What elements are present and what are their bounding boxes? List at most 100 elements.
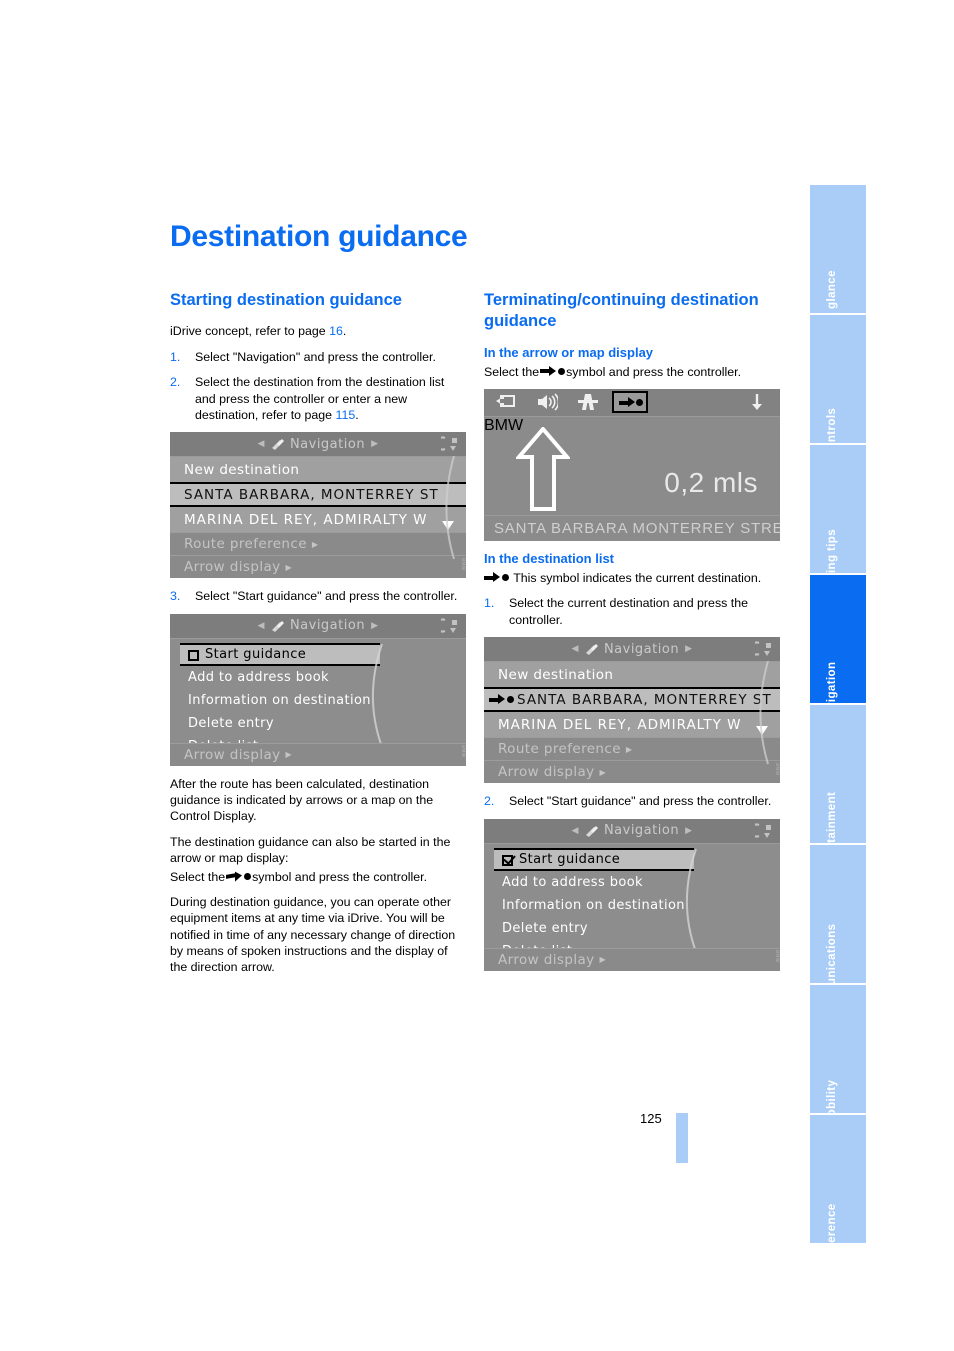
menu-row-arrow-display[interactable]: Arrow display ▶	[170, 555, 466, 579]
step-text-before: Select the destination from the destinat…	[195, 375, 445, 422]
arrow-display-toolbar	[484, 389, 780, 418]
scroll-down-icon[interactable]	[756, 726, 768, 736]
page-number: 125	[640, 1111, 662, 1126]
menu-item-delete-entry[interactable]: Delete entry	[494, 916, 694, 940]
right-column: Terminating/continuing destination guida…	[484, 290, 780, 981]
menu-splat-icon	[749, 822, 773, 839]
navigation-compass-icon	[271, 620, 285, 633]
screenshot-start-guidance-right: ◀ Navigation ▶ Start guidance Add to add…	[484, 818, 780, 971]
next-arrow-icon[interactable]: ▶	[371, 439, 378, 449]
idrive-header: ◀ Navigation ▶	[484, 637, 780, 663]
select-symbol-instruction-left: Select the symbol and press the controlle…	[170, 869, 466, 885]
figure-id-tag: BMW	[774, 762, 779, 776]
select-text-before: Select the	[484, 364, 540, 379]
context-menu-popup: Start guidance Add to address book Infor…	[180, 642, 380, 758]
select-text-after: symbol and press the controller.	[252, 869, 428, 884]
menu-row-marina-del-rey[interactable]: MARINA DEL REY, ADMIRALTY W	[484, 712, 780, 738]
tab-at-a-glance[interactable]: At a glance	[810, 185, 866, 336]
menu-splat-icon	[435, 618, 459, 634]
menu-item-delete-entry[interactable]: Delete entry	[180, 711, 380, 735]
select-symbol-instruction-right: Select the symbol and press the controlle…	[484, 364, 780, 380]
menu-row-label: MARINA DEL REY, ADMIRALTY W	[498, 716, 742, 733]
scroll-down-icon[interactable]	[442, 521, 454, 531]
step-number: 3.	[170, 589, 181, 604]
step-text-after: .	[355, 407, 359, 422]
tab-mobility[interactable]: Mobility	[810, 985, 866, 1126]
step-text: Select "Start guidance" and press the co…	[509, 794, 772, 809]
context-menu-popup: Start guidance Add to address book Infor…	[494, 847, 694, 963]
idrive-header: ◀ Navigation ▶	[484, 818, 780, 844]
menu-splat-icon	[749, 641, 773, 657]
tab-controls[interactable]: Controls	[810, 315, 866, 458]
idrive-header-title: Navigation	[603, 641, 680, 657]
menu-row-new-destination[interactable]: New destination	[170, 457, 466, 483]
step-1-right: 1. Select the current destination and pr…	[484, 595, 780, 628]
step-1: 1. Select "Navigation" and press the con…	[170, 349, 466, 365]
menu-row-arrow-display[interactable]: Arrow display ▶	[484, 760, 780, 784]
menu-row-route-preference[interactable]: Route preference ▶	[170, 532, 466, 556]
highway-icon[interactable]	[577, 393, 599, 411]
menu-row-santa-barbara[interactable]: SANTA BARBARA, MONTERREY ST	[170, 482, 466, 508]
tab-navigation[interactable]: Navigation	[810, 575, 866, 724]
next-arrow-icon[interactable]: ▶	[371, 621, 378, 631]
symbol-note-text: This symbol indicates the current destin…	[513, 571, 762, 586]
menu-row-label: Arrow display	[184, 746, 281, 763]
checkbox-checked-icon[interactable]	[502, 854, 513, 866]
volume-icon[interactable]	[536, 393, 560, 411]
step-number: 1.	[170, 349, 181, 364]
menu-item-start-guidance[interactable]: Start guidance	[180, 642, 380, 666]
menu-item-add-to-address-book[interactable]: Add to address book	[494, 870, 694, 894]
navigation-compass-icon	[271, 439, 285, 451]
tab-driving-tips[interactable]: Driving tips	[810, 445, 866, 597]
symbol-note: This symbol indicates the current destin…	[484, 570, 780, 586]
select-text-after: symbol and press the controller.	[566, 364, 742, 379]
step-number: 1.	[484, 596, 495, 611]
step-text: Select "Navigation" and press the contro…	[195, 349, 436, 364]
current-street-name: SANTA BARBARA MONTERREY STREET	[484, 515, 780, 541]
prev-arrow-icon[interactable]: ◀	[572, 826, 579, 836]
step-text: Select the destination from the destinat…	[195, 374, 466, 423]
menu-item-label: Start guidance	[519, 851, 621, 867]
menu-row-arrow-display[interactable]: Arrow display ▶	[484, 947, 780, 971]
figure-id-tag: BMW	[460, 557, 465, 571]
prev-arrow-icon[interactable]: ◀	[572, 644, 579, 654]
menu-row-arrow-display[interactable]: Arrow display ▶	[170, 742, 466, 766]
menu-row-marina-del-rey[interactable]: MARINA DEL REY, ADMIRALTY W	[170, 507, 466, 533]
destination-symbol-toolbar-button[interactable]	[612, 391, 648, 414]
idrive-header: ◀ Navigation ▶	[170, 432, 466, 458]
destination-symbol-icon	[619, 397, 643, 408]
menu-item-information-on-destination[interactable]: Information on destination	[180, 688, 380, 712]
page-link-115[interactable]: 115	[336, 408, 356, 422]
menu-row-new-destination[interactable]: New destination	[484, 662, 780, 688]
next-arrow-icon[interactable]: ▶	[685, 826, 692, 836]
tab-reference[interactable]: Reference	[810, 1115, 866, 1263]
menu-item-information-on-destination[interactable]: Information on destination	[494, 893, 694, 917]
destination-symbol-icon	[484, 572, 509, 583]
screenshot-arrow-display: 0,2 mls SANTA BARBARA MONTERREY STREET B…	[484, 389, 780, 542]
section-title-starting-destination-guidance: Starting destination guidance	[170, 291, 402, 309]
menu-row-label: MARINA DEL REY, ADMIRALTY W	[184, 511, 428, 528]
distance-to-turn: 0,2 mls	[664, 467, 758, 499]
step-2: 2. Select the destination from the desti…	[170, 374, 466, 423]
next-arrow-icon[interactable]: ▶	[685, 644, 692, 654]
checkbox-unchecked-icon[interactable]	[188, 649, 199, 661]
tab-communications[interactable]: Communications	[810, 845, 866, 1022]
menu-item-start-guidance[interactable]: Start guidance	[494, 847, 694, 871]
tab-label: Reference	[826, 1203, 838, 1263]
screenshot-start-guidance-left: ◀ Navigation ▶ Start guidance Add to add…	[170, 613, 466, 766]
left-column: Starting destination guidance iDrive con…	[170, 290, 466, 985]
back-icon[interactable]	[496, 393, 518, 411]
menu-row-route-preference[interactable]: Route preference ▶	[484, 737, 780, 761]
step-2-right: 2. Select "Start guidance" and press the…	[484, 793, 780, 809]
prev-arrow-icon[interactable]: ◀	[258, 439, 265, 449]
idrive-header-title: Navigation	[289, 618, 366, 634]
submenu-arrow-icon: ▶	[599, 767, 607, 777]
menu-splat-icon	[435, 436, 459, 452]
page-link-16[interactable]: 16	[329, 324, 343, 338]
down-arrow-icon[interactable]	[744, 393, 766, 411]
tab-entertainment[interactable]: Entertainment	[810, 705, 866, 874]
manual-page: Destination guidance Starting destinatio…	[0, 0, 954, 1351]
menu-item-add-to-address-book[interactable]: Add to address book	[180, 665, 380, 689]
prev-arrow-icon[interactable]: ◀	[258, 621, 265, 631]
menu-row-santa-barbara-current[interactable]: SANTA BARBARA, MONTERREY ST	[484, 687, 780, 713]
